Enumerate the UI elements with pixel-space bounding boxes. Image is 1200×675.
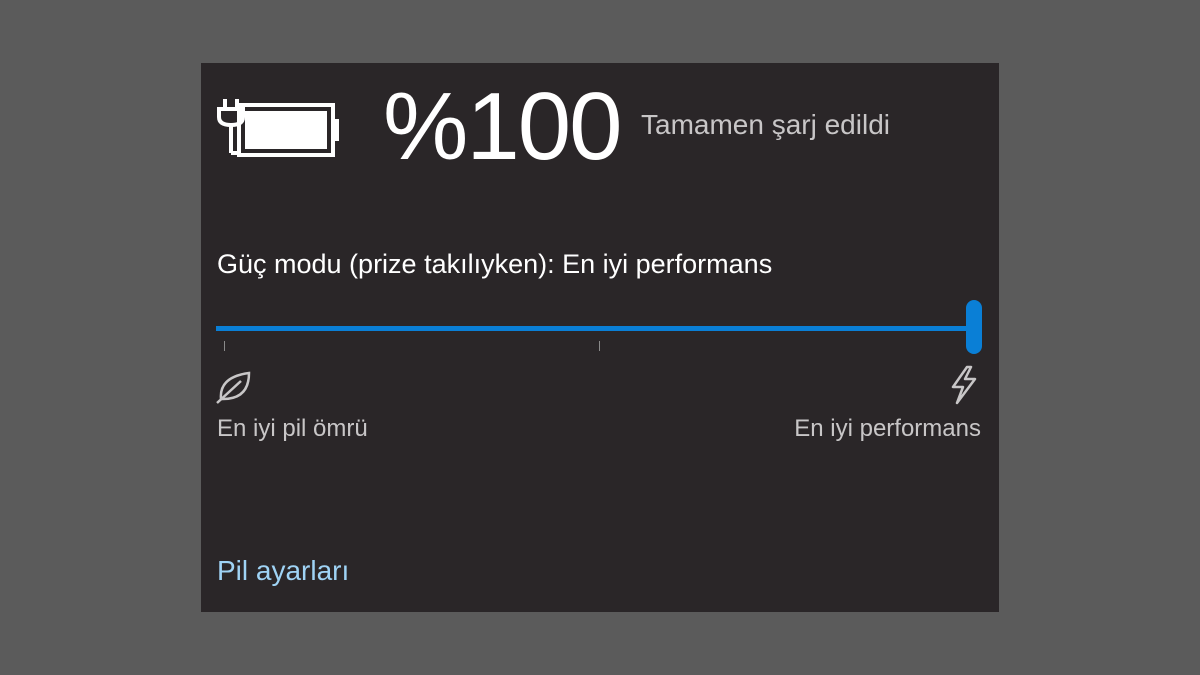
slider-tick: [599, 341, 600, 351]
battery-charging-icon: [215, 95, 343, 159]
power-mode-slider[interactable]: [216, 299, 982, 359]
battery-status: Tamamen şarj edildi: [641, 109, 890, 140]
lightning-icon: [945, 365, 981, 405]
leaf-icon: [215, 369, 255, 405]
battery-flyout: %100 Tamamen şarj edildi Güç modu (prize…: [201, 63, 999, 612]
battery-settings-link[interactable]: Pil ayarları: [217, 555, 349, 587]
slider-min-label: En iyi pil ömrü: [217, 415, 368, 442]
slider-thumb[interactable]: [966, 300, 982, 354]
slider-fill: [216, 326, 982, 331]
power-mode-label: Güç modu (prize takılıyken): En iyi perf…: [217, 249, 773, 279]
slider-max-label: En iyi performans: [794, 415, 981, 442]
slider-tick: [224, 341, 225, 351]
battery-percentage: %100: [383, 73, 623, 180]
